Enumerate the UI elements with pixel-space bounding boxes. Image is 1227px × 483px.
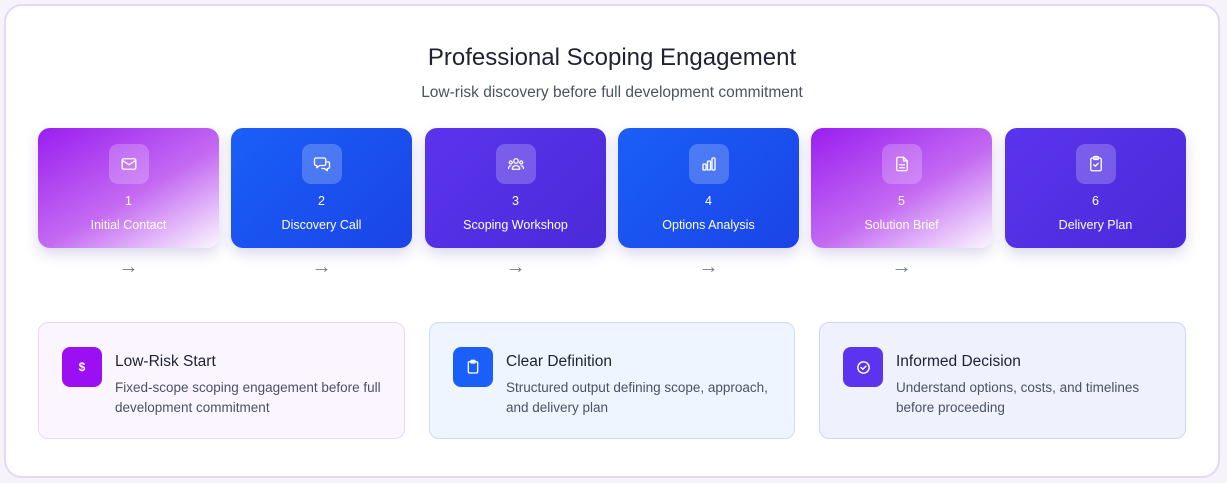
- card-clear-definition: Clear Definition Structured output defin…: [429, 322, 795, 439]
- step-number: 6: [1092, 194, 1099, 208]
- step-discovery-call: 2 Discovery Call: [231, 128, 412, 248]
- document-icon: [882, 144, 922, 184]
- clipboard-check-icon: [1076, 144, 1116, 184]
- card-title: Low-Risk Start: [115, 353, 216, 370]
- step-initial-contact: 1 Initial Contact: [38, 128, 219, 248]
- card-description: Structured output defining scope, approa…: [506, 380, 768, 415]
- step-label: Options Analysis: [662, 218, 755, 232]
- step-scoping-workshop: 3 Scoping Workshop: [425, 128, 606, 248]
- card-description: Understand options, costs, and timelines…: [896, 380, 1140, 415]
- card-low-risk-start: $ Low-Risk Start Fixed-scope scoping eng…: [38, 322, 405, 439]
- step-number: 5: [898, 194, 905, 208]
- bar-chart-icon: [689, 144, 729, 184]
- arrow-icon: →: [118, 256, 139, 278]
- step-number: 3: [512, 194, 519, 208]
- arrow-icon: →: [698, 256, 719, 278]
- card-title: Informed Decision: [896, 353, 1021, 370]
- mail-icon: [109, 144, 149, 184]
- page-subtitle: Low-risk discovery before full developme…: [421, 84, 803, 101]
- step-label: Solution Brief: [864, 218, 939, 232]
- arrow-icon: →: [311, 256, 332, 278]
- step-number: 1: [125, 194, 132, 208]
- step-number: 4: [705, 194, 712, 208]
- check-circle-icon: [843, 347, 883, 387]
- step-solution-brief: 5 Solution Brief: [811, 128, 992, 248]
- step-label: Initial Contact: [90, 218, 167, 232]
- step-delivery-plan: 6 Delivery Plan: [1005, 128, 1186, 248]
- card-description: Fixed-scope scoping engagement before fu…: [115, 380, 381, 415]
- step-label: Scoping Workshop: [463, 218, 568, 232]
- dollar-icon: $: [62, 347, 102, 387]
- clipboard-icon: [453, 347, 493, 387]
- arrow-icon: →: [505, 256, 526, 278]
- step-options-analysis: 4 Options Analysis: [618, 128, 799, 248]
- step-label: Discovery Call: [281, 218, 362, 232]
- card-title: Clear Definition: [506, 353, 612, 370]
- users-icon: [496, 144, 536, 184]
- card-informed-decision: Informed Decision Understand options, co…: [819, 322, 1186, 439]
- page-title: Professional Scoping Engagement: [427, 44, 797, 71]
- step-number: 2: [318, 194, 325, 208]
- arrow-icon: →: [891, 256, 912, 278]
- chat-icon: [302, 144, 342, 184]
- step-label: Delivery Plan: [1058, 218, 1133, 232]
